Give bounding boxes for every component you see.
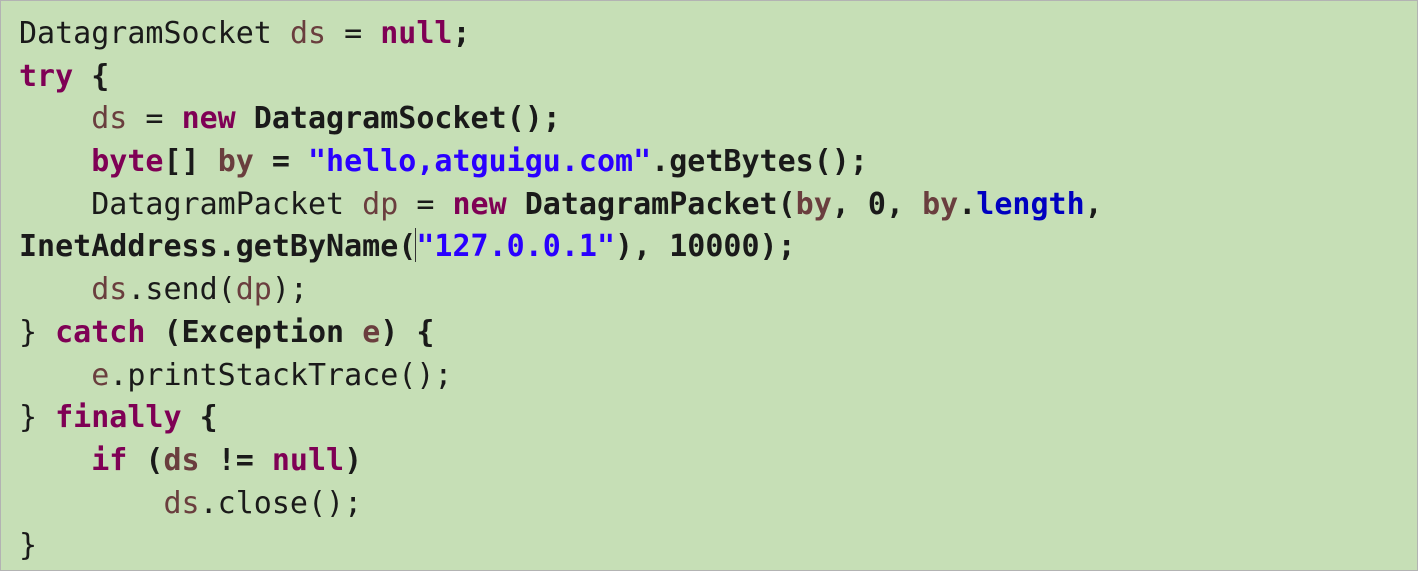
code-token: finally xyxy=(55,400,182,436)
code-line: } catch (Exception e) { xyxy=(19,312,1103,355)
code-token: e xyxy=(362,314,381,350)
code-token: new xyxy=(452,186,507,222)
code-line: } xyxy=(19,525,1103,568)
code-token: new xyxy=(181,101,236,137)
code-token: ( xyxy=(127,442,164,478)
code-line: ds.close(); xyxy=(19,483,1103,526)
code-line: if (ds != null) xyxy=(19,440,1103,483)
code-token: .getBytes(); xyxy=(651,144,868,180)
code-token: by xyxy=(922,186,959,222)
code-token: "hello,atguigu.com" xyxy=(308,144,652,180)
code-token: byte xyxy=(91,144,164,180)
code-token: != xyxy=(199,442,272,478)
code-line: DatagramSocket ds = null; xyxy=(19,13,1103,56)
code-token: DatagramSocket(); xyxy=(235,101,561,137)
code-token: ); xyxy=(271,272,308,308)
code-token: DatagramPacket( xyxy=(506,186,796,222)
code-token: { xyxy=(181,400,218,436)
code-token: ) xyxy=(344,442,363,478)
code-token: = xyxy=(398,186,453,222)
code-token: e xyxy=(91,357,110,393)
code-token: DatagramPacket xyxy=(19,186,363,222)
code-token: } xyxy=(19,528,38,564)
code-token: by xyxy=(795,186,832,222)
code-token: ; xyxy=(452,16,471,51)
code-block[interactable]: DatagramSocket ds = null; try { ds = new … xyxy=(19,13,1103,568)
code-token: dp xyxy=(362,186,399,222)
code-token: if xyxy=(91,442,128,478)
code-line: e.printStackTrace(); xyxy=(19,355,1103,398)
code-token: . xyxy=(958,186,977,222)
code-token: ds xyxy=(91,272,128,308)
code-token: { xyxy=(73,58,110,94)
code-token: = xyxy=(253,144,308,180)
code-line: DatagramPacket dp = new DatagramPacket(b… xyxy=(19,184,1103,227)
code-token: null xyxy=(271,442,345,478)
code-token: .close(); xyxy=(199,485,363,521)
code-token: null xyxy=(380,16,453,51)
code-token: = xyxy=(326,16,381,51)
code-token: ds xyxy=(289,16,327,51)
code-token: ds xyxy=(91,101,128,137)
code-line: try { xyxy=(19,56,1103,99)
code-token: ) { xyxy=(380,314,435,350)
code-token: ds xyxy=(163,485,200,521)
code-token: DatagramSocket xyxy=(19,16,290,51)
code-token: , 0, xyxy=(831,186,923,222)
code-line: } finally { xyxy=(19,397,1103,440)
code-token: ), 10000); xyxy=(615,229,796,265)
code-token: try xyxy=(19,58,74,94)
code-token: = xyxy=(127,101,182,137)
code-token: "127.0.0.1" xyxy=(416,229,616,265)
code-token: dp xyxy=(235,272,272,308)
code-token: (Exception xyxy=(145,314,363,350)
code-token: , xyxy=(1084,186,1103,222)
code-panel: DatagramSocket ds = null; try { ds = new … xyxy=(0,0,1418,571)
code-line: ds = new DatagramSocket(); xyxy=(19,98,1103,141)
code-line: InetAddress.getByName("127.0.0.1"), 1000… xyxy=(19,226,1103,269)
code-token: } xyxy=(19,314,56,350)
code-token: catch xyxy=(55,314,146,350)
code-token: length xyxy=(976,186,1085,222)
code-token: } xyxy=(19,400,56,436)
code-line: ds.send(dp); xyxy=(19,269,1103,312)
code-token: InetAddress.getByName( xyxy=(19,229,417,265)
code-token: .printStackTrace(); xyxy=(109,357,453,393)
code-line: byte[] by = "hello,atguigu.com".getBytes… xyxy=(19,141,1103,184)
code-token: .send( xyxy=(127,272,236,308)
code-token: ds xyxy=(163,442,200,478)
code-token: by xyxy=(217,144,254,180)
code-token: [] xyxy=(163,144,218,180)
